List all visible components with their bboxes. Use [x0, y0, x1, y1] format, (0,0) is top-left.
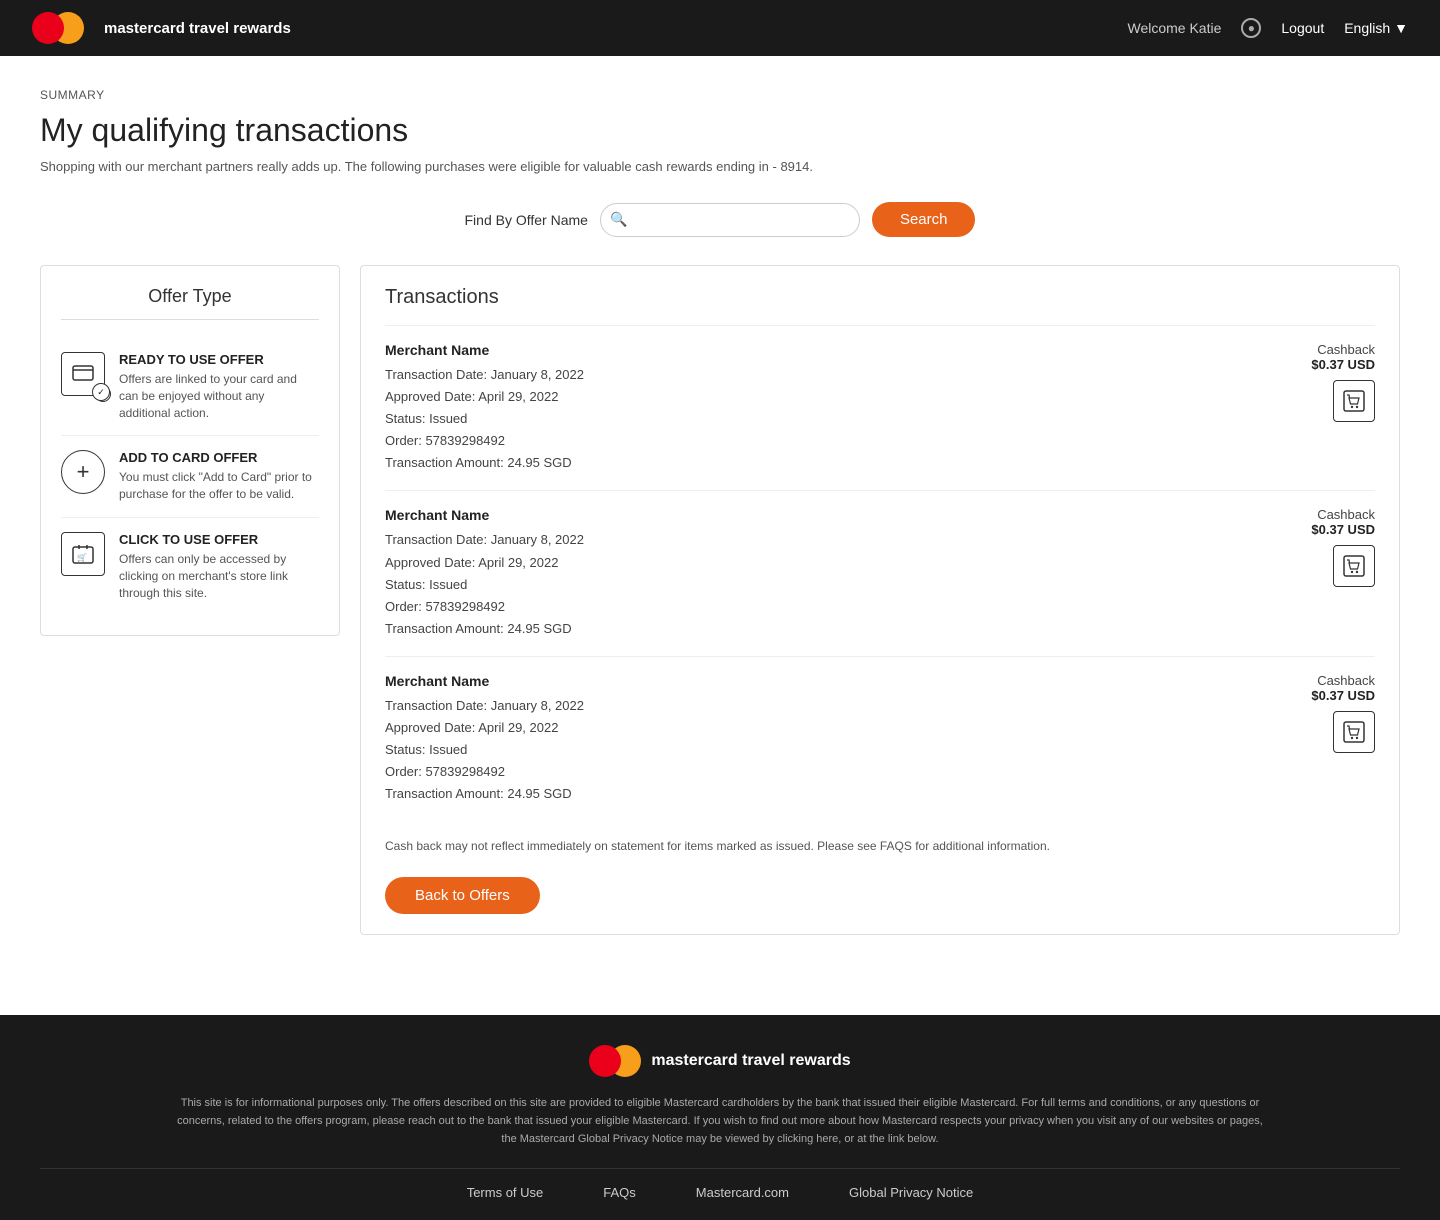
- txn-right-3: Cashback $0.37 USD: [1311, 673, 1375, 753]
- click-to-use-desc: Offers can only be accessed by clicking …: [119, 551, 319, 601]
- main-content: SUMMARY My qualifying transactions Shopp…: [0, 56, 1440, 975]
- ready-to-use-text: READY TO USE OFFER Offers are linked to …: [119, 352, 319, 421]
- offer-item-ready: ✓ READY TO USE OFFER Offers are linked t…: [61, 338, 319, 436]
- page-title: My qualifying transactions: [40, 112, 1400, 149]
- txn-info-1: Merchant Name Transaction Date: January …: [385, 342, 584, 474]
- txn-right-2: Cashback $0.37 USD: [1311, 507, 1375, 587]
- mastercard-logo: [32, 12, 84, 44]
- search-row: Find By Offer Name 🔍 Search: [40, 202, 1400, 237]
- chevron-down-icon: ▼: [1394, 20, 1408, 36]
- transactions-title: Transactions: [385, 286, 1375, 309]
- ready-to-use-desc: Offers are linked to your card and can b…: [119, 371, 319, 421]
- txn-cashback-amount-2: $0.37 USD: [1311, 522, 1375, 537]
- footer-logo-row: mastercard travel rewards: [40, 1045, 1400, 1077]
- txn-info-3: Merchant Name Transaction Date: January …: [385, 673, 584, 805]
- footer-links: Terms of Use FAQs Mastercard.com Global …: [40, 1168, 1400, 1200]
- footer-link-privacy[interactable]: Global Privacy Notice: [849, 1185, 973, 1200]
- content-grid: Offer Type ✓ READY TO USE OFFER Offers a…: [40, 265, 1400, 935]
- table-row: Merchant Name Transaction Date: January …: [385, 656, 1375, 821]
- cart-icon-3: [1333, 711, 1375, 753]
- footer-link-faqs[interactable]: FAQs: [603, 1185, 636, 1200]
- brand-name: mastercard travel rewards: [104, 20, 291, 37]
- table-row: Merchant Name Transaction Date: January …: [385, 325, 1375, 490]
- cart-icon-1: [1333, 380, 1375, 422]
- footer-link-terms[interactable]: Terms of Use: [467, 1185, 544, 1200]
- logout-button[interactable]: Logout: [1281, 20, 1324, 36]
- ready-to-use-title: READY TO USE OFFER: [119, 352, 319, 367]
- click-to-use-title: CLICK TO USE OFFER: [119, 532, 319, 547]
- txn-merchant-1: Merchant Name: [385, 342, 584, 358]
- footer-link-mastercard[interactable]: Mastercard.com: [696, 1185, 789, 1200]
- add-to-card-icon: +: [61, 450, 105, 494]
- cart-icon-2: [1333, 545, 1375, 587]
- offer-type-title: Offer Type: [61, 286, 319, 320]
- header-logo-area: mastercard travel rewards: [32, 12, 291, 44]
- svg-text:🛒: 🛒: [77, 552, 87, 562]
- header: mastercard travel rewards Welcome Katie …: [0, 0, 1440, 56]
- offer-item-add: + ADD TO CARD OFFER You must click "Add …: [61, 436, 319, 518]
- search-input[interactable]: [600, 203, 860, 237]
- notification-icon[interactable]: ●: [1241, 18, 1261, 38]
- txn-cashback-label-2: Cashback: [1311, 507, 1375, 522]
- txn-cashback-label-1: Cashback: [1311, 342, 1375, 357]
- txn-merchant-2: Merchant Name: [385, 507, 584, 523]
- search-input-wrap: 🔍: [600, 203, 860, 237]
- txn-right-1: Cashback $0.37 USD: [1311, 342, 1375, 422]
- find-label: Find By Offer Name: [465, 212, 588, 228]
- ready-to-use-icon: ✓: [61, 352, 105, 396]
- offer-item-click: 🛒 CLICK TO USE OFFER Offers can only be …: [61, 518, 319, 615]
- txn-details-3: Transaction Date: January 8, 2022 Approv…: [385, 695, 584, 805]
- txn-details-1: Transaction Date: January 8, 2022 Approv…: [385, 364, 584, 474]
- back-to-offers-button[interactable]: Back to Offers: [385, 877, 540, 914]
- welcome-text: Welcome Katie: [1127, 20, 1221, 36]
- txn-cashback-amount-1: $0.37 USD: [1311, 357, 1375, 372]
- table-row: Merchant Name Transaction Date: January …: [385, 490, 1375, 655]
- click-to-use-text: CLICK TO USE OFFER Offers can only be ac…: [119, 532, 319, 601]
- footer: mastercard travel rewards This site is f…: [0, 1015, 1440, 1220]
- cashback-note: Cash back may not reflect immediately on…: [385, 839, 1375, 853]
- click-to-use-icon: 🛒: [61, 532, 105, 576]
- language-selector[interactable]: English ▼: [1344, 20, 1408, 36]
- footer-disclaimer: This site is for informational purposes …: [170, 1095, 1270, 1148]
- breadcrumb: SUMMARY: [40, 88, 1400, 102]
- add-to-card-title: ADD TO CARD OFFER: [119, 450, 319, 465]
- mc-circle-red: [32, 12, 64, 44]
- footer-mastercard-logo: [589, 1045, 641, 1077]
- txn-cashback-amount-3: $0.37 USD: [1311, 688, 1375, 703]
- footer-brand-name: mastercard travel rewards: [651, 1052, 850, 1070]
- txn-merchant-3: Merchant Name: [385, 673, 584, 689]
- search-button[interactable]: Search: [872, 202, 976, 237]
- transactions-panel: Transactions Merchant Name Transaction D…: [360, 265, 1400, 935]
- txn-cashback-label-3: Cashback: [1311, 673, 1375, 688]
- add-to-card-desc: You must click "Add to Card" prior to pu…: [119, 469, 319, 503]
- txn-info-2: Merchant Name Transaction Date: January …: [385, 507, 584, 639]
- search-icon: 🔍: [610, 211, 627, 228]
- header-right: Welcome Katie ● Logout English ▼: [1127, 18, 1408, 38]
- add-to-card-text: ADD TO CARD OFFER You must click "Add to…: [119, 450, 319, 503]
- offer-type-panel: Offer Type ✓ READY TO USE OFFER Offers a…: [40, 265, 340, 636]
- txn-details-2: Transaction Date: January 8, 2022 Approv…: [385, 529, 584, 639]
- page-subtitle: Shopping with our merchant partners real…: [40, 159, 1400, 174]
